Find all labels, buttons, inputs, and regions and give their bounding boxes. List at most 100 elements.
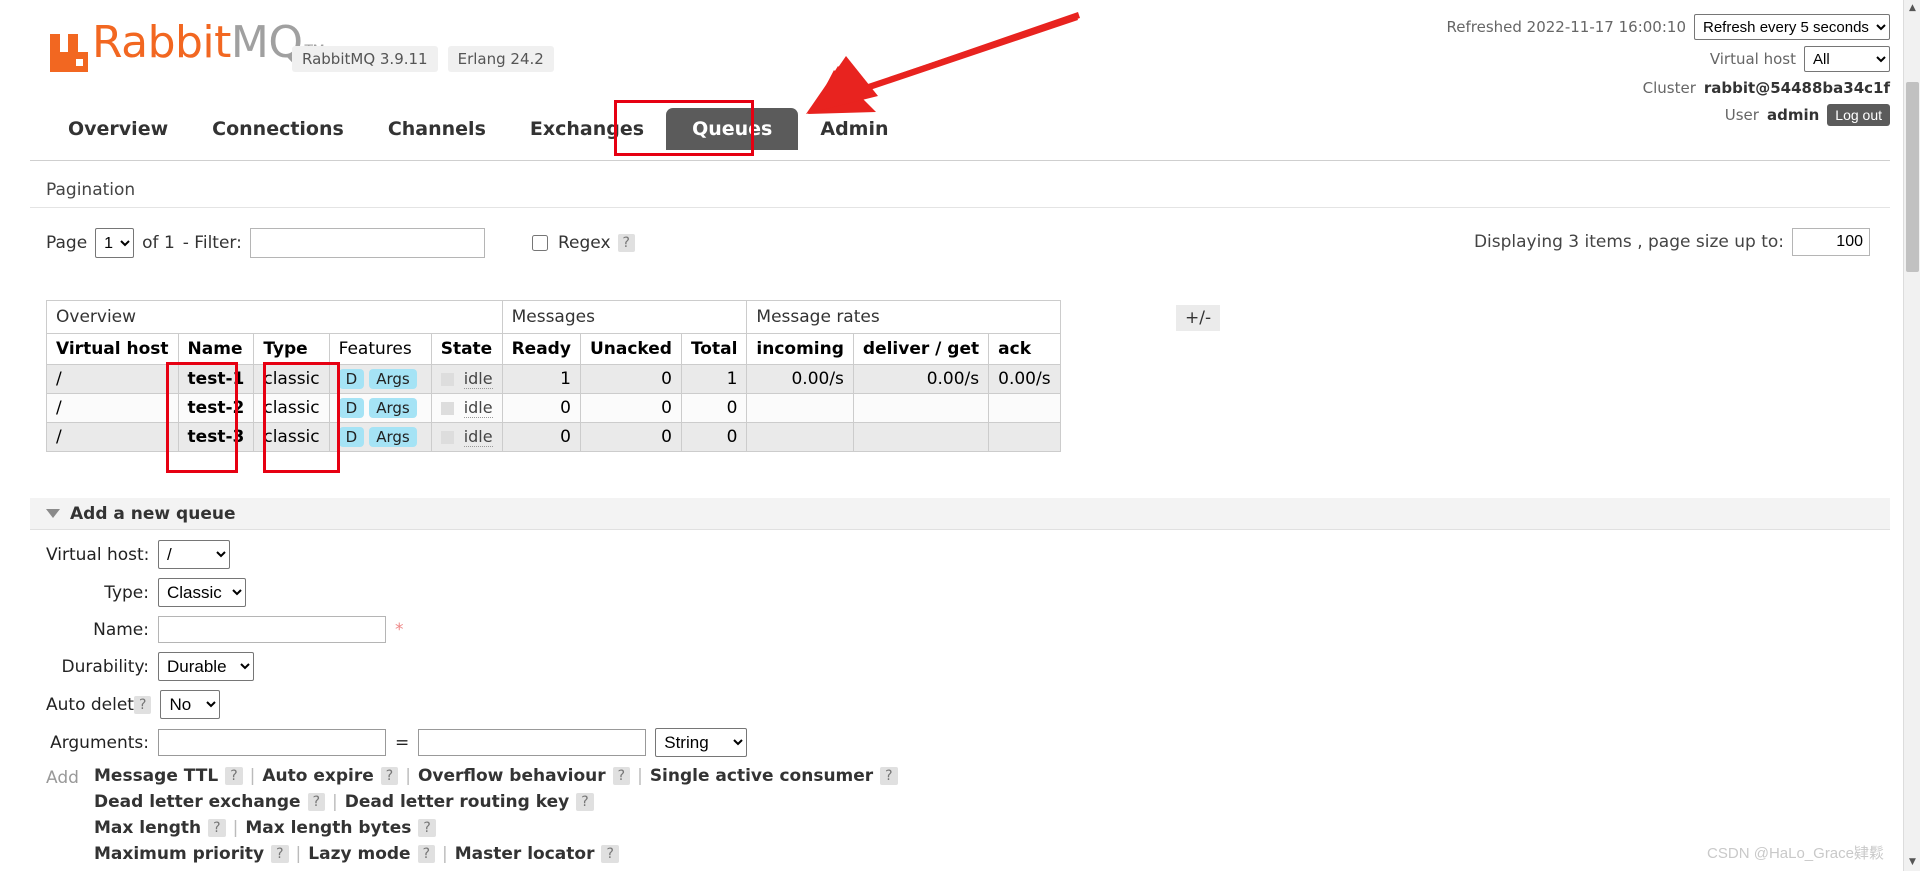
- add-queue-form: Virtual host: / Type: Classic Name: * Du…: [46, 540, 898, 864]
- col-total[interactable]: Total: [680, 333, 748, 365]
- preset-auto-expire-help-icon[interactable]: ?: [380, 767, 399, 785]
- form-row-type: Type: Classic: [46, 578, 898, 607]
- form-virtual-host-select[interactable]: /: [158, 540, 230, 569]
- required-field-marker: *: [395, 619, 404, 640]
- state-indicator-icon: [440, 430, 454, 444]
- add-argument-label[interactable]: Add: [46, 766, 94, 788]
- cell-vhost: /: [46, 422, 179, 452]
- vhost-select[interactable]: All: [1804, 46, 1890, 72]
- cell-features: D Args: [328, 364, 432, 394]
- preset-dead-letter-routing-key[interactable]: Dead letter routing key: [345, 792, 569, 812]
- col-unacked[interactable]: Unacked: [579, 333, 682, 365]
- page-number-select[interactable]: 1: [95, 228, 135, 258]
- scroll-up-arrow-icon[interactable]: ▲: [1904, 0, 1920, 17]
- refresh-interval-select[interactable]: Refresh every 5 seconds: [1694, 14, 1890, 40]
- preset-message-ttl[interactable]: Message TTL: [94, 766, 218, 786]
- col-type[interactable]: Type: [253, 333, 330, 365]
- nav-item-admin[interactable]: Admin: [798, 110, 910, 148]
- col-incoming[interactable]: incoming: [746, 333, 854, 365]
- col-features[interactable]: Features: [328, 333, 432, 365]
- cell-incoming: [746, 422, 854, 452]
- cell-ready: 0: [501, 393, 581, 423]
- scroll-down-arrow-icon[interactable]: ▼: [1904, 854, 1920, 871]
- cell-ready: 0: [501, 422, 581, 452]
- logout-button[interactable]: Log out: [1827, 104, 1890, 126]
- filter-input[interactable]: [249, 228, 485, 258]
- rabbitmq-logo-icon: [50, 34, 88, 72]
- preset-max-length-help-icon[interactable]: ?: [208, 819, 226, 837]
- preset-max-length-bytes[interactable]: Max length bytes: [245, 818, 411, 838]
- preset-maximum-priority-help-icon[interactable]: ?: [271, 845, 289, 863]
- preset-maximum-priority[interactable]: Maximum priority: [94, 844, 264, 864]
- rabbitmq-logo[interactable]: RabbitMQTM: [46, 21, 325, 74]
- feature-chip-durable: D: [338, 369, 365, 389]
- form-type-select[interactable]: Classic: [158, 578, 246, 607]
- badge-rabbitmq-version: RabbitMQ 3.9.11: [292, 46, 438, 72]
- col-name[interactable]: Name: [177, 333, 255, 365]
- preset-max-length[interactable]: Max length: [94, 818, 201, 838]
- col-virtual-host[interactable]: Virtual host: [46, 333, 179, 365]
- form-name-input[interactable]: [158, 616, 386, 643]
- preset-overflow-behaviour-help-icon[interactable]: ?: [612, 767, 631, 785]
- nav-item-overview[interactable]: Overview: [46, 110, 190, 148]
- preset-lazy-mode[interactable]: Lazy mode: [308, 844, 410, 864]
- preset-line: Max length ? | Max length bytes ?: [94, 818, 898, 838]
- preset-single-active-consumer-help-icon[interactable]: ?: [880, 767, 898, 785]
- scrollbar-thumb[interactable]: [1906, 82, 1919, 272]
- preset-lazy-mode-help-icon[interactable]: ?: [417, 845, 436, 863]
- regex-help-icon[interactable]: ?: [617, 234, 635, 252]
- preset-master-locator[interactable]: Master locator: [455, 844, 595, 864]
- col-ready[interactable]: Ready: [501, 333, 581, 365]
- cell-queue-name[interactable]: test-3: [177, 422, 255, 452]
- regex-checkbox[interactable]: [532, 235, 548, 251]
- nav-item-queues[interactable]: Queues: [666, 108, 799, 150]
- cell-total: 0: [680, 422, 748, 452]
- version-badges: RabbitMQ 3.9.11 Erlang 24.2: [292, 46, 554, 72]
- form-argument-key-input[interactable]: [158, 729, 386, 756]
- cell-unacked: 0: [579, 393, 682, 423]
- nav-item-channels[interactable]: Channels: [366, 110, 508, 148]
- preset-message-ttl-help-icon[interactable]: ?: [225, 767, 243, 785]
- add-queue-section-header[interactable]: Add a new queue: [30, 498, 1890, 530]
- watermark-text: CSDN @HaLo_Grace肄鬏: [1707, 845, 1884, 862]
- cell-queue-name[interactable]: test-2: [177, 393, 255, 423]
- preset-separator: |: [405, 766, 411, 786]
- column-toggle-button[interactable]: +/-: [1176, 305, 1221, 331]
- queues-table-body: / test-1 classic D Args idle 1 0 1 0.00/s…: [46, 364, 1061, 452]
- nav-item-exchanges[interactable]: Exchanges: [508, 110, 666, 148]
- form-argument-type-select[interactable]: String: [655, 728, 748, 757]
- col-state[interactable]: State: [430, 333, 503, 365]
- form-argument-value-input[interactable]: [418, 729, 647, 756]
- cell-vhost: /: [46, 393, 179, 423]
- preset-dead-letter-exchange[interactable]: Dead letter exchange: [94, 792, 301, 812]
- pagination-section-title: Pagination: [46, 180, 136, 200]
- cell-incoming: 0.00/s: [746, 364, 854, 394]
- form-auto-delete-select[interactable]: No: [160, 690, 221, 719]
- state-text: idle: [463, 398, 493, 418]
- state-text: idle: [463, 427, 493, 447]
- form-label-auto-delete: Auto delete:: [46, 694, 151, 715]
- preset-dead-letter-routing-key-help-icon[interactable]: ?: [576, 793, 594, 811]
- preset-overflow-behaviour[interactable]: Overflow behaviour: [418, 766, 606, 786]
- form-durability-select[interactable]: Durable: [158, 652, 254, 681]
- vertical-scrollbar[interactable]: ▲ ▼: [1903, 0, 1920, 871]
- preset-single-active-consumer[interactable]: Single active consumer: [650, 766, 873, 786]
- preset-separator: |: [249, 766, 256, 786]
- auto-delete-help-icon[interactable]: ?: [134, 695, 152, 714]
- nav-item-connections[interactable]: Connections: [190, 110, 366, 148]
- col-ack[interactable]: ack: [988, 333, 1061, 365]
- col-deliver-get[interactable]: deliver / get: [852, 333, 990, 365]
- preset-master-locator-help-icon[interactable]: ?: [601, 845, 619, 863]
- cell-queue-name[interactable]: test-1: [177, 364, 255, 394]
- argument-equals-sign: =: [395, 732, 410, 753]
- cell-ack: [988, 393, 1061, 423]
- preset-max-length-bytes-help-icon[interactable]: ?: [418, 819, 436, 837]
- preset-separator: |: [232, 818, 239, 838]
- form-row-name: Name: *: [46, 616, 898, 643]
- table-row: / test-1 classic D Args idle 1 0 1 0.00/s…: [46, 364, 1061, 394]
- page-size-input[interactable]: [1792, 228, 1870, 256]
- preset-dead-letter-exchange-help-icon[interactable]: ?: [307, 793, 326, 811]
- refreshed-timestamp: Refreshed 2022-11-17 16:00:10: [1446, 18, 1686, 36]
- preset-auto-expire[interactable]: Auto expire: [262, 766, 373, 786]
- cell-deliver-get: 0.00/s: [852, 364, 990, 394]
